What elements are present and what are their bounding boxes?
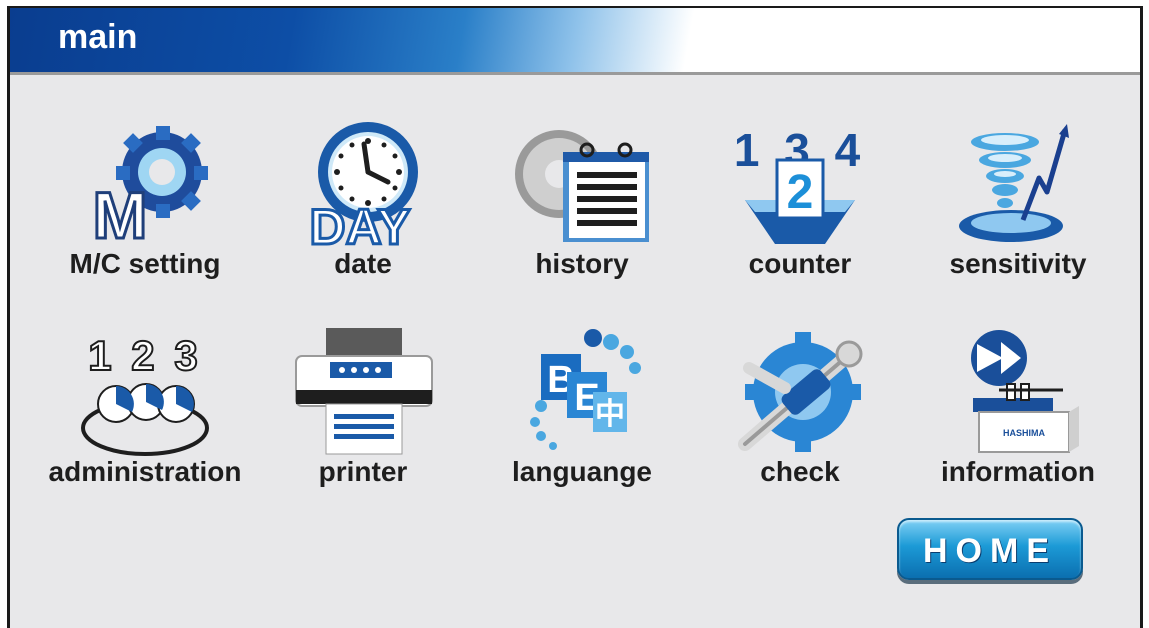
calendar-history-icon (515, 130, 649, 242)
tile-label: sensitivity (949, 248, 1087, 279)
mc-setting-button[interactable]: M M/C setting (35, 120, 255, 310)
machine-brand: HASHIMA (1003, 428, 1045, 438)
administration-button[interactable]: 1 2 3 administration (35, 328, 255, 518)
counter-front-digit: 2 (787, 166, 814, 219)
printer-icon (295, 328, 433, 455)
home-button-label: HOME (923, 532, 1057, 570)
printer-button[interactable]: printer (253, 328, 473, 518)
page-title: main (58, 18, 138, 56)
tile-label: history (535, 248, 629, 279)
tile-label: date (334, 248, 392, 279)
history-button[interactable]: history (472, 120, 692, 310)
administration-users-icon: 1 2 3 (81, 331, 209, 456)
tile-label: check (760, 456, 840, 487)
day-text: DAY (310, 199, 411, 250)
sensitivity-tornado-icon (959, 124, 1069, 242)
admin-digits: 1 2 3 (88, 332, 201, 379)
check-button[interactable]: check (690, 328, 910, 518)
wrench-gear-icon (738, 332, 863, 452)
tile-label: counter (748, 248, 852, 279)
information-button[interactable]: HASHIMA information (908, 328, 1128, 518)
home-button[interactable]: HOME (897, 518, 1083, 580)
language-characters-icon: B E 中 (530, 329, 641, 450)
tile-label: M/C setting (69, 248, 221, 279)
language-button[interactable]: B E 中 languange (472, 328, 692, 518)
tile-label: printer (318, 456, 408, 487)
date-button[interactable]: DAY date (253, 120, 473, 310)
counter-digits-icon: 1 3 4 2 (734, 124, 860, 244)
tile-label: information (941, 456, 1095, 487)
main-window: main M M/C setting DAY date history 1 3 … (7, 6, 1143, 628)
tile-label: administration (48, 456, 242, 487)
counter-button[interactable]: 1 3 4 2 counter (690, 120, 910, 310)
clock-day-icon: DAY (308, 122, 418, 250)
title-bar: main (10, 8, 1140, 75)
mc-letter: M (93, 178, 148, 250)
mc-setting-gear-icon: M (91, 126, 208, 250)
tile-label: languange (511, 456, 652, 487)
hashima-machine-icon: HASHIMA (971, 330, 1079, 453)
sensitivity-button[interactable]: sensitivity (908, 120, 1128, 310)
svg-text:中: 中 (595, 398, 625, 431)
